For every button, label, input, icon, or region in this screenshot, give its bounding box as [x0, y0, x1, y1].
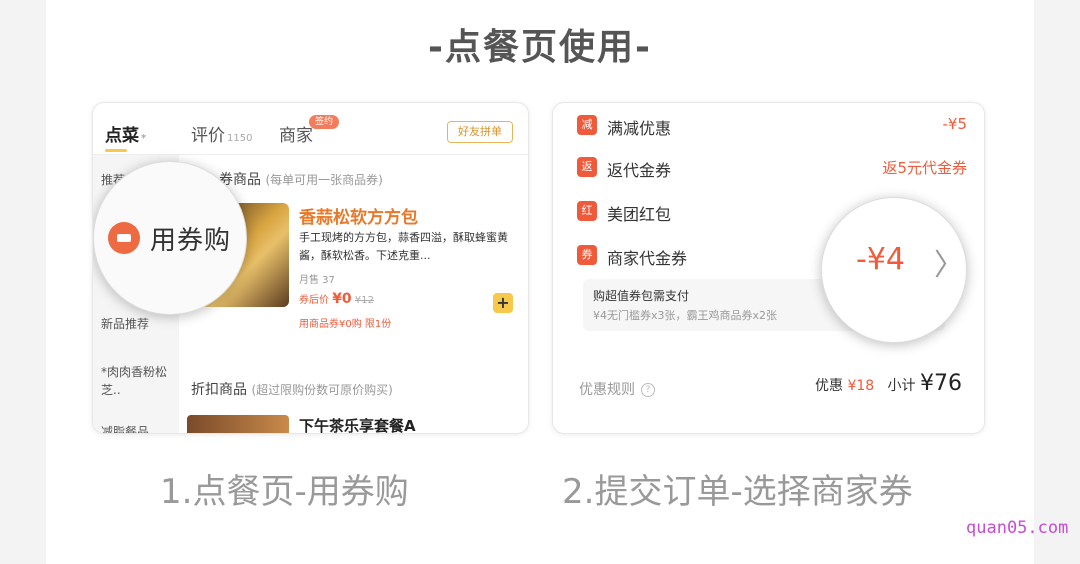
- voucher-pack-title: 购超值券包需支付: [593, 289, 690, 303]
- magnifier-coupon-buy: 用券购: [93, 161, 247, 315]
- magnifier-merchant-voucher: -¥4 〉: [821, 197, 967, 343]
- row-label: 满减优惠: [607, 119, 672, 138]
- voucher-pack-detail: ¥4无门槛券x3张，霸王鸡商品券x2张: [593, 309, 778, 322]
- sidebar-item-diet[interactable]: 减脂餐品: [101, 423, 175, 433]
- coupon-icon: [108, 222, 140, 254]
- product-price: 券后价 ¥0 ¥12: [299, 291, 374, 307]
- tea-set-product-image[interactable]: [187, 415, 289, 433]
- row-value: -¥5: [942, 115, 968, 133]
- page-title: -点餐页使用-: [428, 27, 652, 68]
- row-full-reduction: 减 满减优惠 -¥5: [577, 111, 967, 139]
- row-label: 返代金券: [607, 161, 672, 180]
- use-coupon-buy-label[interactable]: 用券购: [150, 220, 231, 257]
- product-description: 手工现烤的方方包，蒜香四溢，酥取蜂蜜黄酱，酥软松香。下述克重...: [299, 231, 508, 262]
- merchant-badge: 签约: [309, 115, 339, 129]
- ordering-page-card: 点菜 * 评价 1150 商家 签约 好友拼单 推荐 新品推荐 *肉肉香粉松芝.. …: [92, 102, 529, 434]
- order-totals: 优惠 ¥18 小计 ¥76: [815, 371, 962, 396]
- coupon-limit-note: 用商品券¥0购 限1份: [299, 319, 392, 330]
- return-icon: 返: [577, 157, 597, 177]
- caption-step-2: 2.提交订单-选择商家券: [562, 472, 913, 512]
- watermark: quan05.com: [966, 518, 1069, 538]
- tab-order[interactable]: 点菜 *: [105, 121, 146, 146]
- product-name[interactable]: 香蒜松软方方包: [299, 203, 418, 228]
- sidebar-item-new[interactable]: 新品推荐: [101, 315, 175, 333]
- row-label: 商家代金券: [607, 249, 688, 268]
- red-packet-icon: 红: [577, 201, 597, 221]
- row-label: 美团红包: [607, 205, 672, 224]
- active-tab-indicator: [105, 149, 127, 152]
- tab-reviews[interactable]: 评价 1150: [191, 121, 252, 146]
- coupon-section-title: 券商品 (每单可用一张商品券): [219, 172, 383, 188]
- discount-rules-link[interactable]: 优惠规则?: [579, 379, 655, 399]
- product-sales: 月售 37: [299, 275, 335, 286]
- submit-order-card: 减 满减优惠 -¥5 返 返代金券 返5元代金券 红 美团红包 券 商家代金券 …: [552, 102, 985, 434]
- row-value: 返5元代金券: [882, 159, 967, 177]
- help-icon[interactable]: ?: [641, 383, 655, 397]
- add-to-cart-button[interactable]: +: [493, 293, 513, 313]
- reduction-icon: 减: [577, 115, 597, 135]
- discount-section-title: 折扣商品 (超过限购份数可原价购买): [191, 382, 393, 398]
- voucher-amount: -¥4: [856, 242, 905, 277]
- product-name-2[interactable]: 下午茶乐享套餐A: [299, 415, 416, 433]
- tab-merchant[interactable]: 商家: [279, 121, 313, 146]
- chevron-right-icon[interactable]: 〉: [934, 240, 964, 284]
- caption-step-1: 1.点餐页-用券购: [160, 472, 409, 512]
- voucher-icon: 券: [577, 245, 597, 265]
- tab-bar: 点菜 * 评价 1150 商家 签约 好友拼单: [93, 103, 528, 155]
- sidebar-item-meat[interactable]: *肉肉香粉松芝..: [101, 363, 175, 399]
- friend-group-order-button[interactable]: 好友拼单: [447, 121, 513, 143]
- row-return-voucher: 返 返代金券 返5元代金券: [577, 153, 967, 181]
